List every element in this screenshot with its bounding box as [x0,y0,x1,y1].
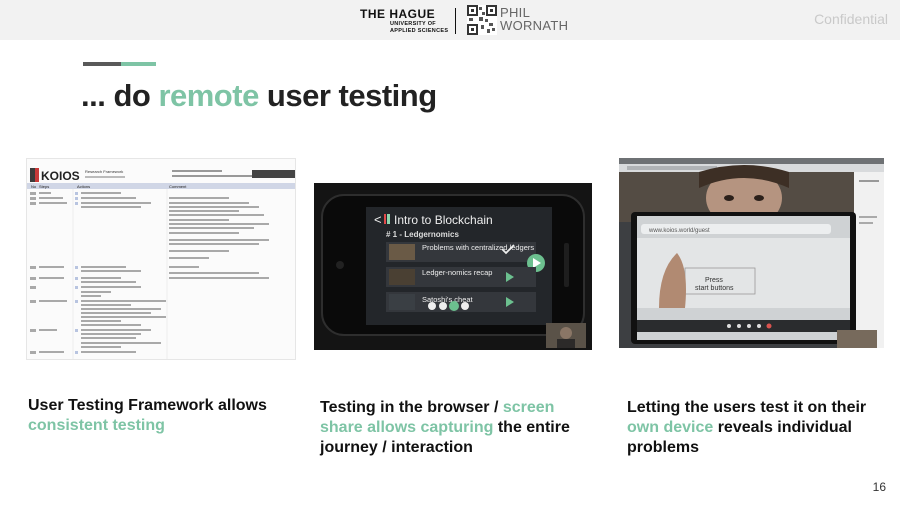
caption-framework-text: User Testing Framework allows [28,397,267,414]
confidential-label: Confidential [814,11,888,27]
caption-browser-text: Testing in the browser / [320,399,503,416]
lesson-item-2: Ledger-nomics recap [422,268,492,277]
user-device-screenshot: www.koios.world/guest Press start button… [619,158,884,348]
browser-screenshare-screenshot: < Intro to Blockchain # 1 - Ledgernomics… [314,183,592,350]
hague-logo-line1: THE HAGUE [360,7,436,21]
caption-browser: Testing in the browser / screen share al… [320,398,570,458]
col-header-comment: Comment [169,184,187,189]
doc-title: Research Framework [85,169,123,174]
hague-university-logo: THE HAGUE UNIVERSITY OF APPLIED SCIENCES [360,6,450,34]
device-url-bar: www.koios.world/guest [648,228,710,234]
col-header-no: No [31,184,37,189]
accent-bar-dark [83,62,121,66]
slide-title: ... do remote user testing [81,78,437,114]
device-prompt-line1: Press [705,277,723,284]
hague-logo-line2: UNIVERSITY OF [390,21,436,27]
title-highlight: remote [158,78,259,113]
framework-spreadsheet-screenshot: KOIOS Research Framework No Steps Action… [26,158,296,360]
course-title: Intro to Blockchain [394,213,493,227]
phil-wornath-logo: PHIL WORNATH [500,6,568,32]
col-header-steps: Steps [39,184,49,189]
logo-divider [455,8,456,34]
title-accent-bar [83,62,156,66]
title-suffix: user testing [258,78,437,113]
hague-logo-line3: APPLIED SCIENCES [390,28,449,34]
phone-screenshare-image: < Intro to Blockchain # 1 - Ledgernomics… [314,183,592,350]
caption-device: Letting the users test it on their own d… [627,398,877,458]
svg-text:<: < [374,212,382,227]
accent-bar-green [121,62,156,66]
lesson-item-1: Problems with centralized ledgers [422,243,534,252]
header-bar: THE HAGUE UNIVERSITY OF APPLIED SCIENCES… [0,0,900,40]
koios-app-name: KOIOS [41,169,80,183]
qr-logo-icon [467,5,497,35]
col-header-actions: Actions [77,184,90,189]
own-device-image: www.koios.world/guest Press start button… [619,158,884,348]
page-number: 16 [872,480,886,494]
caption-device-text: Letting the users test it on their [627,399,867,416]
caption-device-highlight: own device [627,419,714,436]
caption-framework-highlight: consistent testing [28,417,165,434]
device-prompt-line2: start buttons [695,285,734,292]
spreadsheet-image: KOIOS Research Framework No Steps Action… [27,159,295,359]
phil-logo-line2: WORNATH [500,18,569,33]
caption-framework: User Testing Framework allows consistent… [28,396,278,436]
lesson-heading: # 1 - Ledgernomics [386,230,459,239]
title-prefix: ... do [81,78,159,113]
